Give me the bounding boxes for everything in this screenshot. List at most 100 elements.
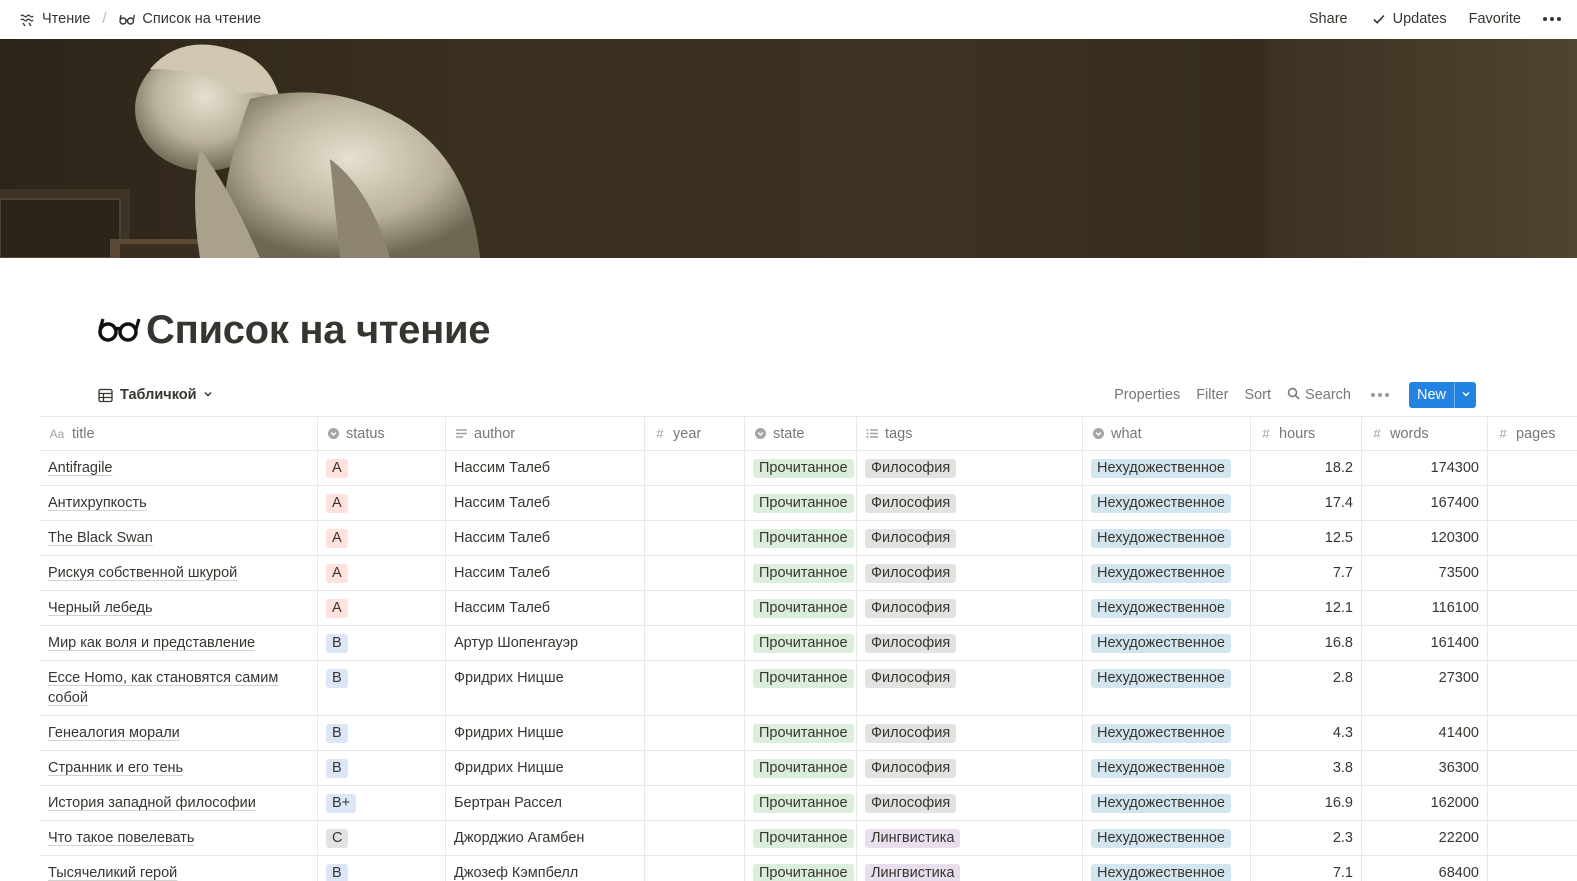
cell-pages[interactable] bbox=[1488, 521, 1577, 555]
cell-what[interactable]: Нехудожественное bbox=[1083, 821, 1251, 855]
cell-title[interactable]: Антихрупкость bbox=[40, 486, 318, 520]
cell-title[interactable]: Тысячеликий герой bbox=[40, 856, 318, 881]
column-header-year[interactable]: # year bbox=[645, 417, 745, 450]
cell-status[interactable]: B+ bbox=[318, 786, 446, 820]
cell-tags[interactable]: Лингвистика bbox=[857, 856, 1083, 881]
cell-year[interactable] bbox=[645, 451, 745, 485]
properties-button[interactable]: Properties bbox=[1114, 387, 1180, 403]
cell-status[interactable]: B bbox=[318, 626, 446, 660]
cell-words[interactable]: 174300 bbox=[1362, 451, 1488, 485]
cell-state[interactable]: Прочитанное bbox=[745, 821, 857, 855]
cell-tags[interactable]: Лингвистика bbox=[857, 821, 1083, 855]
cell-status[interactable]: A bbox=[318, 591, 446, 625]
search-button[interactable]: Search bbox=[1287, 387, 1351, 404]
cell-title[interactable]: Antifragile bbox=[40, 451, 318, 485]
table-row[interactable]: Antifragile A Нассим Талеб Прочитанное Филос… bbox=[40, 451, 1577, 486]
cell-title[interactable]: Мир как воля и представление bbox=[40, 626, 318, 660]
table-row[interactable]: The Black Swan A Нассим Талеб Прочитанное Фи… bbox=[40, 521, 1577, 556]
cell-words[interactable]: 167400 bbox=[1362, 486, 1488, 520]
cell-hours[interactable]: 12.1 bbox=[1251, 591, 1362, 625]
cell-year[interactable] bbox=[645, 716, 745, 750]
cell-title[interactable]: Странник и его тень bbox=[40, 751, 318, 785]
cell-tags[interactable]: Философия bbox=[857, 486, 1083, 520]
cell-tags[interactable]: Философия bbox=[857, 661, 1083, 715]
cell-year[interactable] bbox=[645, 521, 745, 555]
breadcrumb-item-current[interactable]: Список на чтение bbox=[114, 8, 265, 30]
cell-what[interactable]: Нехудожественное bbox=[1083, 716, 1251, 750]
cell-status[interactable]: A bbox=[318, 486, 446, 520]
new-button[interactable]: New bbox=[1409, 382, 1454, 408]
cell-what[interactable]: Нехудожественное bbox=[1083, 521, 1251, 555]
cell-year[interactable] bbox=[645, 626, 745, 660]
cell-author[interactable]: Артур Шопенгауэр bbox=[446, 626, 645, 660]
cell-pages[interactable] bbox=[1488, 626, 1577, 660]
table-row[interactable]: Тысячеликий герой B Джозеф Кэмпбелл Прочита… bbox=[40, 856, 1577, 881]
sort-button[interactable]: Sort bbox=[1244, 387, 1271, 403]
cell-author[interactable]: Нассим Талеб bbox=[446, 486, 645, 520]
cell-pages[interactable] bbox=[1488, 856, 1577, 881]
share-button[interactable]: Share bbox=[1305, 9, 1352, 29]
cell-hours[interactable]: 7.1 bbox=[1251, 856, 1362, 881]
cell-what[interactable]: Нехудожественное bbox=[1083, 451, 1251, 485]
cell-what[interactable]: Нехудожественное bbox=[1083, 486, 1251, 520]
cell-pages[interactable] bbox=[1488, 821, 1577, 855]
cell-hours[interactable]: 2.8 bbox=[1251, 661, 1362, 715]
column-header-status[interactable]: status bbox=[318, 417, 446, 450]
cell-year[interactable] bbox=[645, 486, 745, 520]
cell-tags[interactable]: Философия bbox=[857, 626, 1083, 660]
cell-title[interactable]: Генеалогия морали bbox=[40, 716, 318, 750]
cell-hours[interactable]: 16.8 bbox=[1251, 626, 1362, 660]
cell-hours[interactable]: 16.9 bbox=[1251, 786, 1362, 820]
column-header-hours[interactable]: # hours bbox=[1251, 417, 1362, 450]
cell-status[interactable]: B bbox=[318, 856, 446, 881]
cell-state[interactable]: Прочитанное bbox=[745, 716, 857, 750]
cell-status[interactable]: B bbox=[318, 716, 446, 750]
cell-status[interactable]: A bbox=[318, 451, 446, 485]
table-row[interactable]: Рискуя собственной шкурой A Нассим Талеб Пр… bbox=[40, 556, 1577, 591]
cell-status[interactable]: B bbox=[318, 661, 446, 715]
cell-pages[interactable] bbox=[1488, 451, 1577, 485]
table-row[interactable]: Генеалогия морали B Фридрих Ницше Прочитанн… bbox=[40, 716, 1577, 751]
cell-pages[interactable] bbox=[1488, 556, 1577, 590]
cell-pages[interactable] bbox=[1488, 661, 1577, 715]
cell-title[interactable]: Черный лебедь bbox=[40, 591, 318, 625]
cell-words[interactable]: 73500 bbox=[1362, 556, 1488, 590]
column-header-title[interactable]: Aa title bbox=[40, 417, 318, 450]
cell-hours[interactable]: 17.4 bbox=[1251, 486, 1362, 520]
cell-status[interactable]: A bbox=[318, 521, 446, 555]
cell-author[interactable]: Нассим Талеб bbox=[446, 451, 645, 485]
column-header-what[interactable]: what bbox=[1083, 417, 1251, 450]
cell-status[interactable]: B bbox=[318, 751, 446, 785]
column-header-state[interactable]: state bbox=[745, 417, 857, 450]
cell-hours[interactable]: 7.7 bbox=[1251, 556, 1362, 590]
cell-hours[interactable]: 18.2 bbox=[1251, 451, 1362, 485]
table-row[interactable]: Антихрупкость A Нассим Талеб Прочитанное Фил… bbox=[40, 486, 1577, 521]
cell-words[interactable]: 68400 bbox=[1362, 856, 1488, 881]
view-selector[interactable]: Табличкой bbox=[96, 386, 213, 404]
cell-author[interactable]: Фридрих Ницше bbox=[446, 661, 645, 715]
cell-tags[interactable]: Философия bbox=[857, 591, 1083, 625]
cell-words[interactable]: 27300 bbox=[1362, 661, 1488, 715]
cell-state[interactable]: Прочитанное bbox=[745, 556, 857, 590]
cell-what[interactable]: Нехудожественное bbox=[1083, 591, 1251, 625]
cell-state[interactable]: Прочитанное bbox=[745, 591, 857, 625]
cell-author[interactable]: Бертран Рассел bbox=[446, 786, 645, 820]
cell-author[interactable]: Нассим Талеб bbox=[446, 591, 645, 625]
cell-author[interactable]: Джозеф Кэмпбелл bbox=[446, 856, 645, 881]
column-header-tags[interactable]: tags bbox=[857, 417, 1083, 450]
cell-year[interactable] bbox=[645, 786, 745, 820]
cell-what[interactable]: Нехудожественное bbox=[1083, 661, 1251, 715]
table-row[interactable]: Мир как воля и представление B Артур Шопен… bbox=[40, 626, 1577, 661]
cell-tags[interactable]: Философия bbox=[857, 556, 1083, 590]
breadcrumb-item-parent[interactable]: Чтение bbox=[14, 8, 94, 30]
cell-year[interactable] bbox=[645, 821, 745, 855]
cell-words[interactable]: 116100 bbox=[1362, 591, 1488, 625]
cell-tags[interactable]: Философия bbox=[857, 751, 1083, 785]
cell-state[interactable]: Прочитанное bbox=[745, 626, 857, 660]
cell-year[interactable] bbox=[645, 591, 745, 625]
cell-words[interactable]: 161400 bbox=[1362, 626, 1488, 660]
cell-title[interactable]: История западной философии bbox=[40, 786, 318, 820]
column-header-pages[interactable]: # pages bbox=[1488, 417, 1577, 450]
cell-title[interactable]: The Black Swan bbox=[40, 521, 318, 555]
cell-tags[interactable]: Философия bbox=[857, 786, 1083, 820]
